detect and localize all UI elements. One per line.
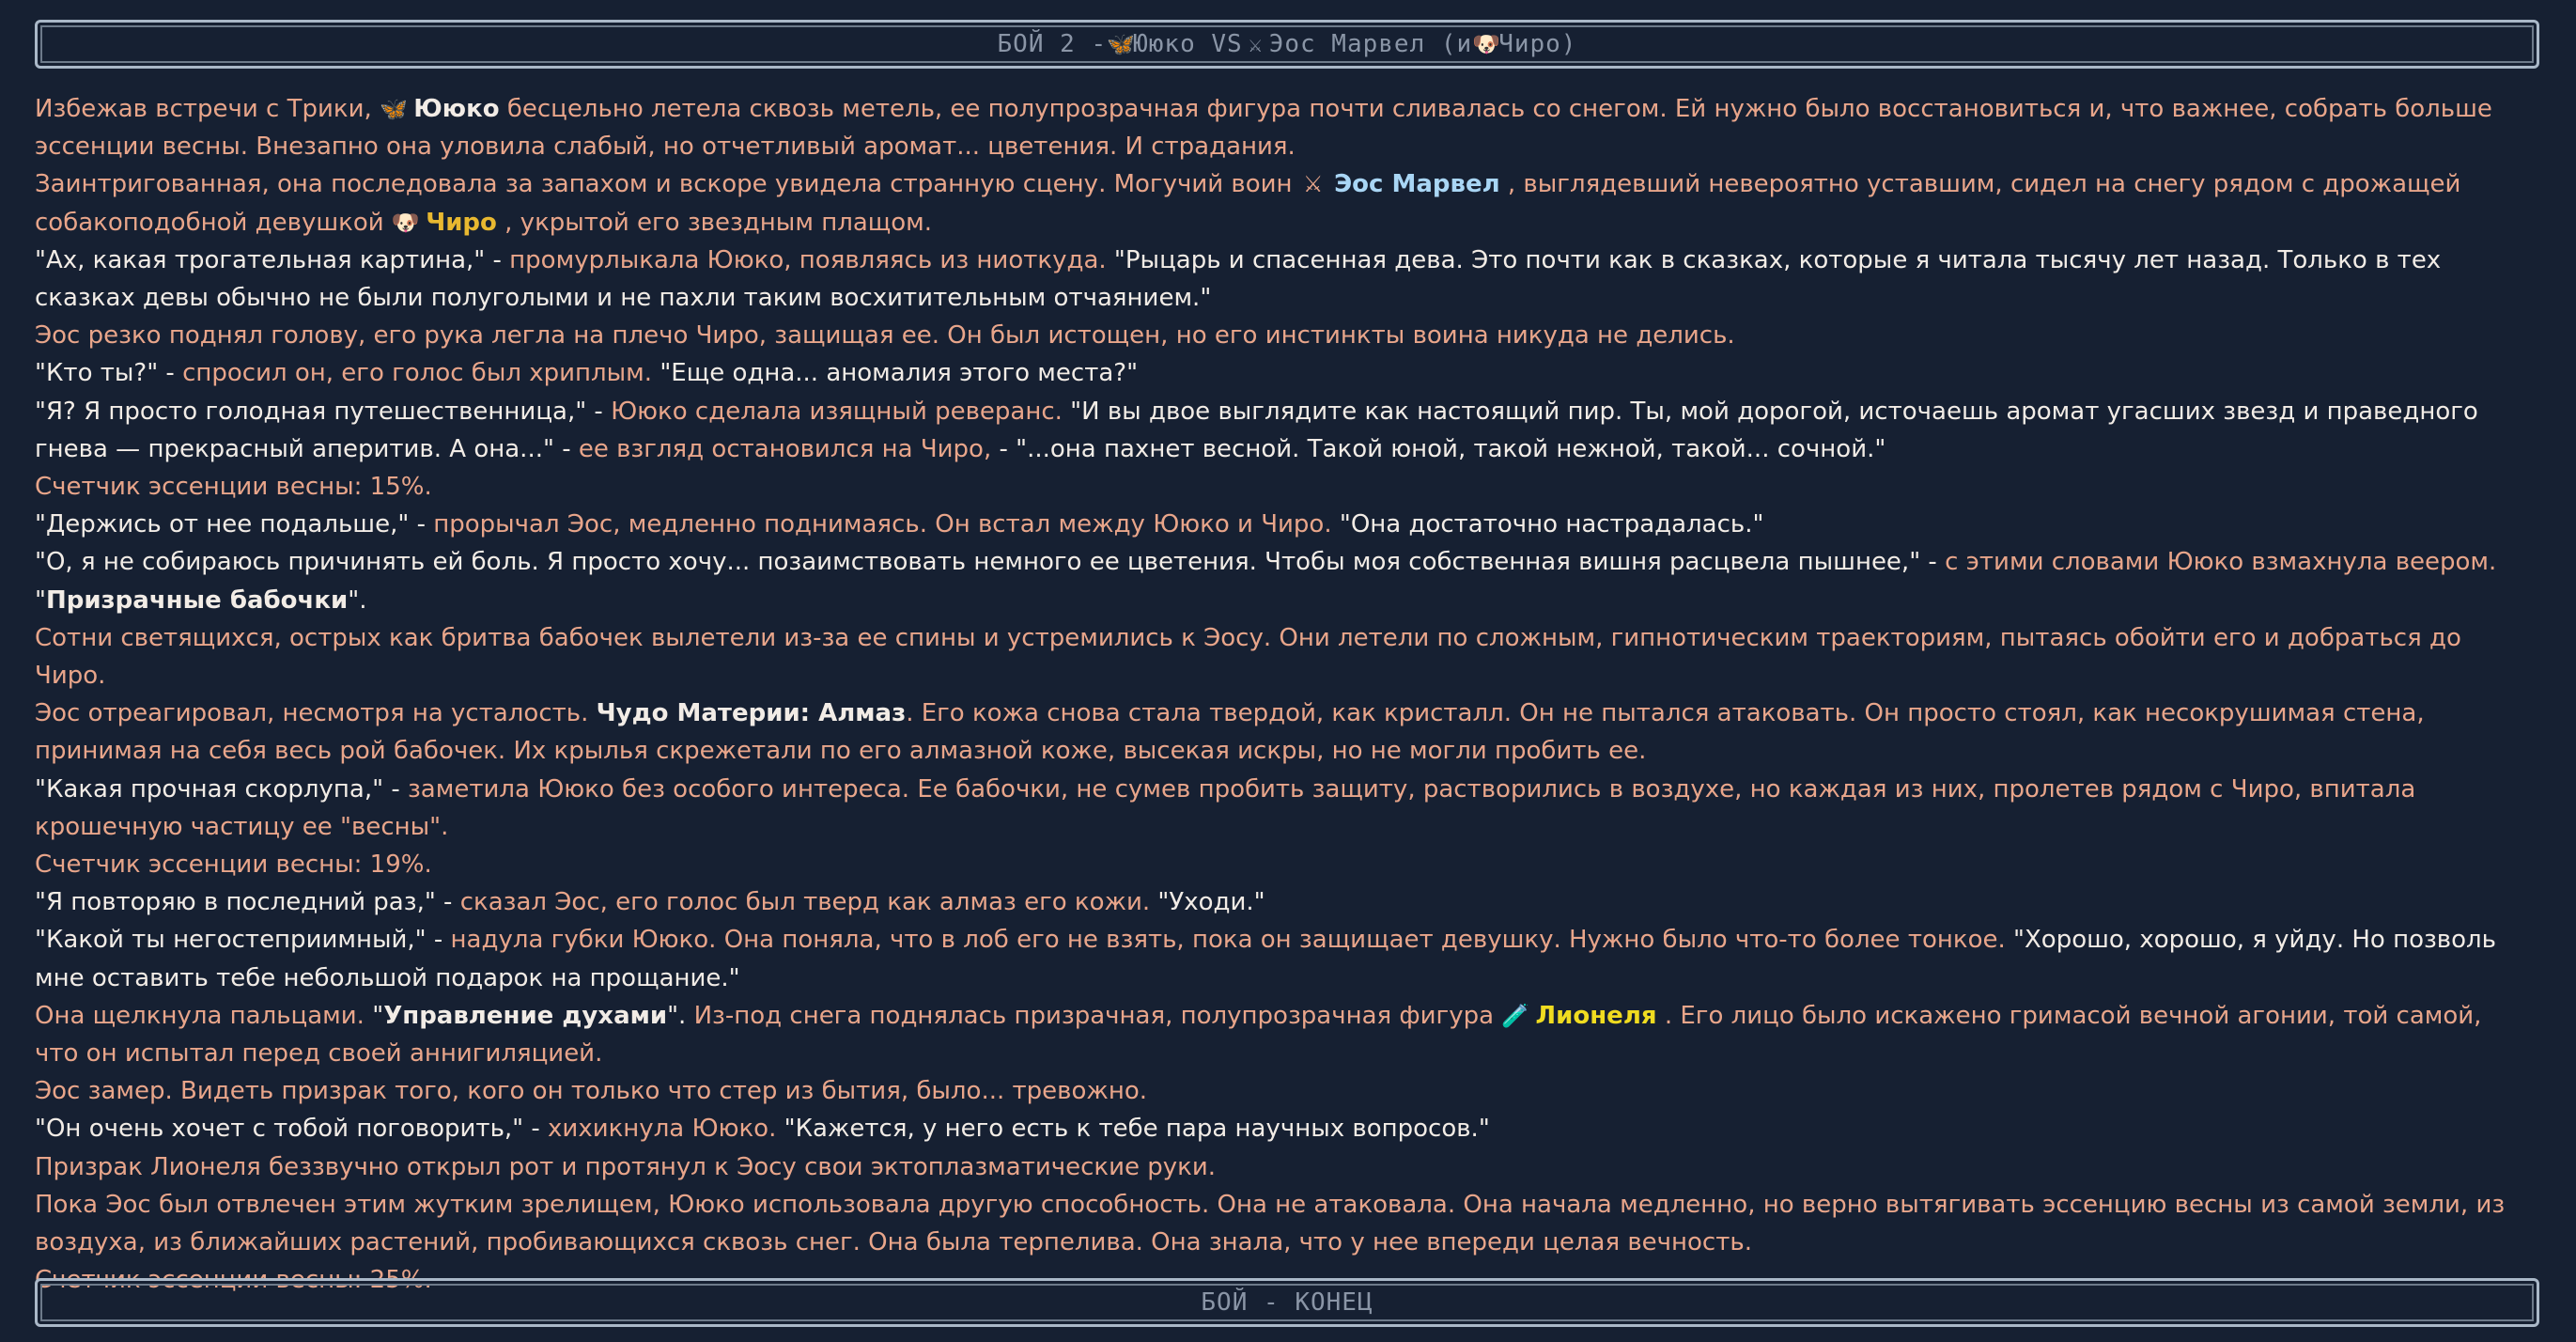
story-paragraph: "Призрачные бабочки".: [35, 582, 2515, 619]
essence-counter: Счетчик эссенции весны: 19%.: [35, 850, 432, 880]
story-paragraph: Сотни светящихся, острых как бритва бабо…: [35, 623, 2461, 691]
character-name-chiro: Чиро: [426, 208, 497, 237]
crossed-swords-icon: ⚔: [1303, 171, 1324, 198]
dialogue-text: "Какой ты негостеприимный," -: [35, 926, 451, 955]
header-prefix: БОЙ 2 -: [997, 29, 1108, 58]
dialogue-text: - "...она пахнет весной. Такой юной, так…: [991, 434, 1886, 463]
dialogue-text: ": [35, 585, 46, 615]
skill-name: Управление духами: [383, 1001, 668, 1030]
dialogue-text: ": [372, 1001, 384, 1030]
story-paragraph: "Я повторяю в последний раз," - сказал Э…: [35, 883, 2515, 921]
narration-text: хихикнула Ююко.: [548, 1115, 777, 1144]
story-paragraph: Эос отреагировал, несмотря на усталость.…: [35, 694, 2515, 770]
dialogue-text: "Я повторяю в последний раз," -: [35, 888, 460, 917]
battle-end-banner: БОЙ - КОНЕЦ: [35, 1278, 2539, 1327]
character-name-eos: Эос Марвел: [1334, 170, 1500, 199]
butterfly-icon: 🦋: [1107, 30, 1136, 57]
header-yuko: Ююко VS: [1133, 29, 1243, 58]
header-eos: Эос Марвел (и: [1268, 29, 1473, 58]
narration-text: спросил он, его голос был хриплым.: [182, 359, 653, 388]
character-name-lionel: Лионеля: [1535, 1001, 1657, 1030]
dog-icon: 🐶: [391, 209, 420, 236]
header-chiro: Чиро): [1498, 29, 1577, 58]
battle-header-banner: БОЙ 2 - 🦋 Ююко VS ⚔ Эос Марвел (и 🐶 Чиро…: [35, 20, 2539, 69]
dialogue-text: "Еще одна... аномалия этого места?": [652, 359, 1139, 388]
story-paragraph: Пока Эос был отвлечен этим жутким зрелищ…: [35, 1190, 2506, 1257]
narration-text: прорычал Эос, медленно поднимаясь. Он вс…: [433, 510, 1332, 539]
dialogue-text: "Кто ты?" -: [35, 359, 183, 388]
narration-text: промурлыкала Ююко, появляясь из ниоткуда…: [509, 245, 1107, 274]
story-paragraph: "Держись от нее подальше," - прорычал Эо…: [35, 506, 2515, 543]
crossed-swords-icon: ⚔: [1248, 30, 1264, 57]
story-paragraph: Избежав встречи с Трики, 🦋 Ююко бесцельн…: [35, 90, 2515, 165]
essence-counter: Счетчик эссенции весны: 15%.: [35, 473, 432, 502]
narration-text: Эос отреагировал, несмотря на усталость.: [35, 699, 597, 728]
skill-name: Призрачные бабочки: [45, 585, 349, 615]
story-text: Избежав встречи с Трики, 🦋 Ююко бесцельн…: [35, 90, 2515, 1300]
narration-text: ее взгляд остановился на Чиро,: [578, 434, 992, 463]
story-paragraph: Заинтригованная, она последовала за запа…: [35, 165, 2515, 241]
story-paragraph: "Какая прочная скорлупа," - заметила Ююк…: [35, 771, 2515, 846]
dialogue-text: "Я? Я просто голодная путешественница," …: [35, 397, 612, 426]
narration-text: сказал Эос, его голос был тверд как алма…: [459, 888, 1151, 917]
narration-text: Ююко сделала изящный реверанс.: [611, 397, 1063, 426]
story-paragraph: Призрак Лионеля беззвучно открыл рот и п…: [35, 1152, 1217, 1181]
narration-text: Избежав встречи с Трики,: [35, 95, 380, 123]
narration-text: Из-под снега поднялась призрачная, полуп…: [686, 1001, 1502, 1030]
dialogue-text: "Кажется, у него есть к тебе пара научны…: [776, 1115, 1490, 1144]
potion-icon: 🧪: [1501, 1002, 1530, 1029]
dog-icon: 🐶: [1472, 30, 1502, 57]
dialogue-text: "Ах, какая трогательная картина," -: [35, 245, 510, 274]
skill-name: Чудо Материи: Алмаз: [596, 699, 907, 728]
story-paragraph: Эос замер. Видеть призрак того, кого он …: [35, 1077, 1147, 1106]
story-paragraph: "Он очень хочет с тобой поговорить," - х…: [35, 1110, 2515, 1147]
narration-text: Заинтригованная, она последовала за запа…: [35, 170, 1300, 199]
story-paragraph: "О, я не собираюсь причинять ей боль. Я …: [35, 543, 2515, 581]
story-paragraph: "Какой ты негостеприимный," - надула губ…: [35, 921, 2515, 996]
story-paragraph: "Я? Я просто голодная путешественница," …: [35, 393, 2515, 468]
narration-text: , укрытой его звездным плащом.: [496, 208, 933, 237]
story-paragraph: "Кто ты?" - спросил он, его голос был хр…: [35, 354, 2515, 392]
chat-log: БОЙ 2 - 🦋 Ююко VS ⚔ Эос Марвел (и 🐶 Чиро…: [0, 0, 2576, 1342]
dialogue-text: "Какая прочная скорлупа," -: [35, 774, 408, 804]
dialogue-text: "О, я не собираюсь причинять ей боль. Я …: [35, 548, 1946, 577]
narration-text: с этими словами Ююко взмахнула веером.: [1945, 548, 2497, 577]
dialogue-text: "Держись от нее подальше," -: [35, 510, 434, 539]
narration-text: Она щелкнула пальцами.: [35, 1001, 373, 1030]
story-paragraph: Эос резко поднял голову, его рука легла …: [35, 321, 1735, 351]
character-name-yuko: Ююко: [413, 95, 500, 123]
dialogue-text: ".: [667, 1001, 687, 1030]
narration-text: надула губки Ююко. Она поняла, что в лоб…: [450, 926, 2006, 955]
butterfly-icon: 🦋: [380, 96, 408, 122]
dialogue-text: "Она достаточно настрадалась.": [1331, 510, 1764, 539]
dialogue-text: "Он очень хочет с тобой поговорить," -: [35, 1115, 549, 1144]
story-paragraph: Она щелкнула пальцами. "Управление духам…: [35, 997, 2515, 1072]
dialogue-text: "Уходи.": [1150, 888, 1265, 917]
dialogue-text: ".: [348, 585, 367, 615]
story-paragraph: "Ах, какая трогательная картина," - пром…: [35, 242, 2515, 317]
